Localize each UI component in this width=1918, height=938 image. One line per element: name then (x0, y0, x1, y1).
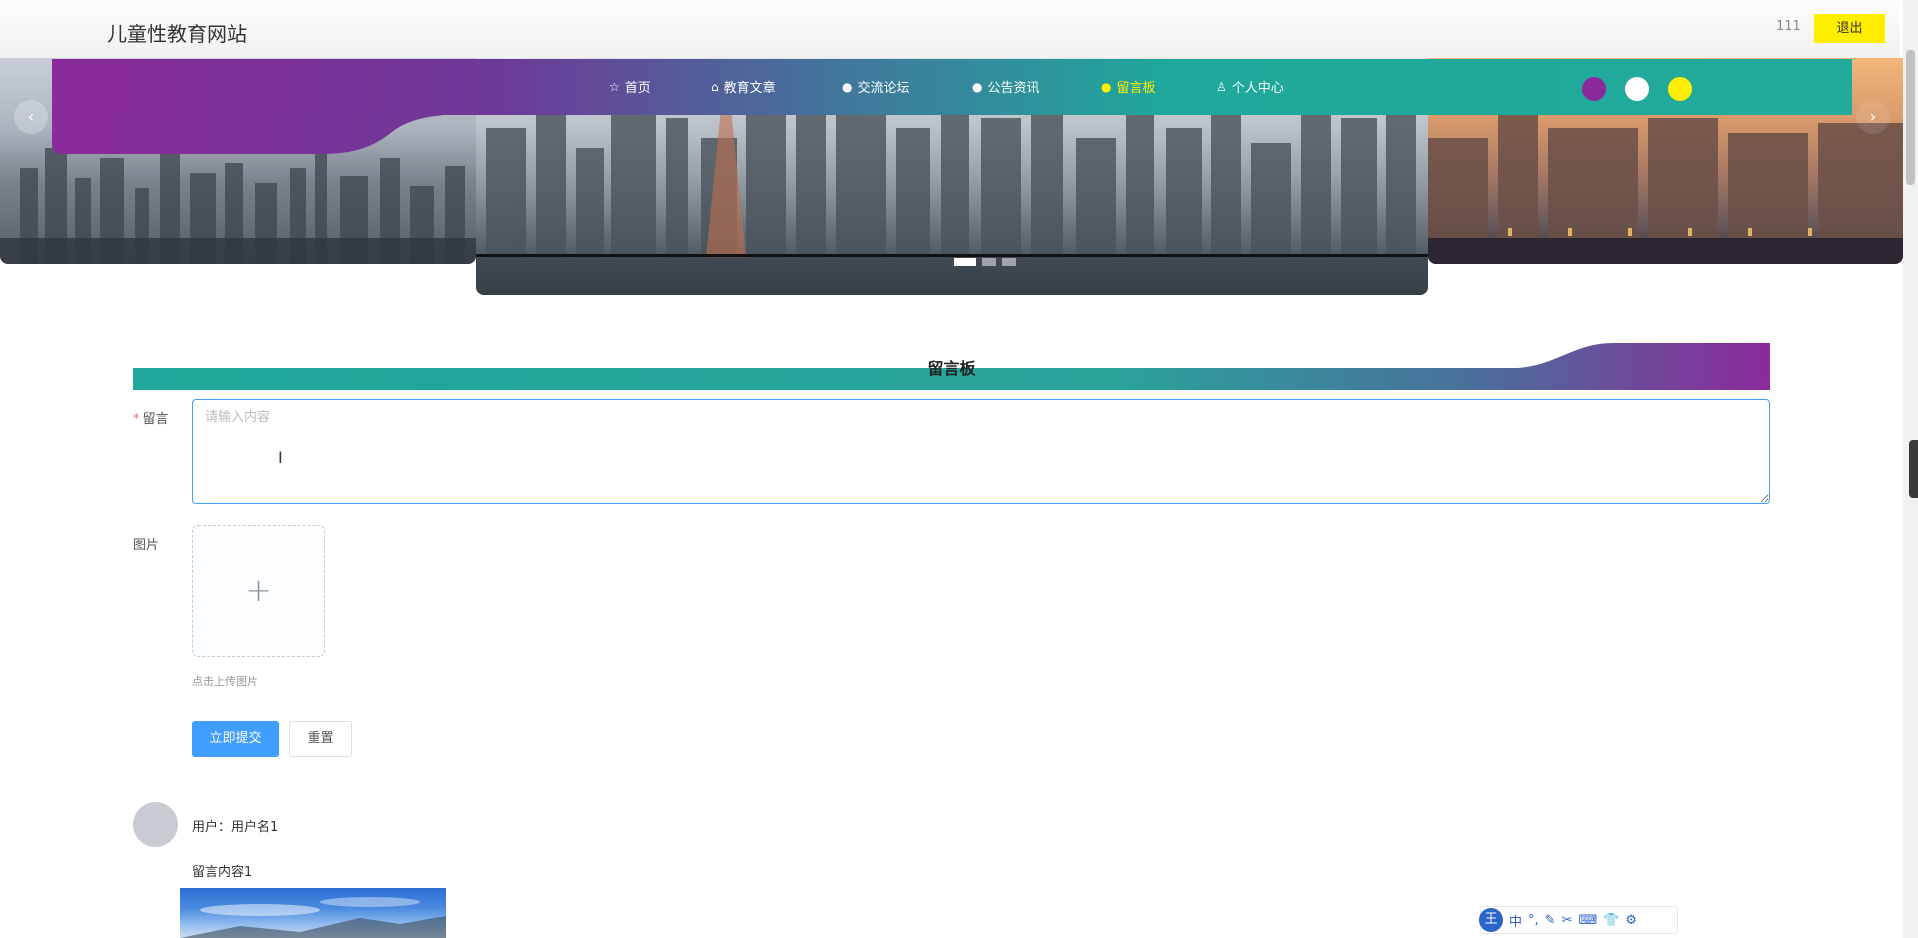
carousel-indicator-3[interactable] (1002, 258, 1016, 266)
user-icon: ♙ (1216, 79, 1227, 94)
nav-item-home[interactable]: ☆ 首页 (609, 77, 651, 97)
carousel-indicators (954, 258, 1016, 266)
comment-user: 用户：用户名1 (192, 820, 279, 835)
ime-logo-icon[interactable]: 王 (1479, 908, 1503, 932)
message-textarea[interactable] (192, 399, 1770, 504)
theme-white-button[interactable] (1625, 77, 1649, 101)
nav-item-profile[interactable]: ♙ 个人中心 (1216, 77, 1284, 97)
upload-tip: 点击上传图片 (192, 675, 258, 688)
image-upload-button[interactable]: + (192, 525, 325, 657)
main-nav: ☆ 首页 ⌂ 教育文章 ● 交流论坛 ● 公告资讯 ● 留言板 ♙ 个人中心 (52, 59, 1852, 115)
theme-yellow-button[interactable] (1668, 77, 1692, 101)
info-circle-icon: ● (972, 79, 983, 94)
reset-button[interactable]: 重置 (289, 721, 352, 757)
text-cursor-icon: I (278, 448, 283, 467)
section-title-bar: 留言板 (133, 343, 1770, 390)
nav-item-forum[interactable]: ● 交流论坛 (842, 77, 910, 97)
page-title: 留言板 (927, 359, 976, 378)
bag-icon: ⌂ (711, 79, 719, 94)
ime-scissors-icon[interactable]: ✂ (1562, 913, 1573, 928)
nav-item-articles[interactable]: ⌂ 教育文章 (711, 77, 776, 97)
scrollbar-thumb[interactable] (1906, 50, 1915, 185)
ime-settings-icon[interactable]: ⚙ (1625, 913, 1637, 928)
nav-item-label: 交流论坛 (857, 81, 910, 96)
ime-handwriting-icon[interactable]: ✎ (1545, 913, 1556, 928)
star-icon: ☆ (609, 79, 620, 94)
nav-item-label: 教育文章 (723, 81, 776, 96)
submit-button[interactable]: 立即提交 (192, 721, 279, 757)
carousel-prev-button[interactable]: ‹ (14, 100, 48, 134)
theme-purple-button[interactable] (1582, 77, 1606, 101)
nav-item-label: 公告资讯 (987, 81, 1040, 96)
comment-content: 留言内容1 (192, 865, 253, 880)
side-drawer-handle[interactable] (1909, 440, 1918, 498)
required-mark: * (133, 412, 140, 427)
nav-item-label: 个人中心 (1231, 81, 1284, 96)
ime-language-button[interactable]: 中 (1509, 911, 1522, 930)
nav-decorative-notch (52, 114, 476, 154)
message-label-text: 留言 (142, 412, 169, 427)
ime-skin-icon[interactable]: 👕 (1603, 913, 1619, 928)
nav-item-news[interactable]: ● 公告资讯 (972, 77, 1040, 97)
nav-item-label: 留言板 (1116, 81, 1156, 96)
plus-icon: + (245, 571, 272, 609)
site-title: 儿童性教育网站 (107, 22, 247, 46)
username-label: 111 (1776, 19, 1801, 34)
ime-punctuation-icon[interactable]: °, (1528, 913, 1539, 928)
image-label: 图片 (133, 538, 160, 553)
mountain-sky-image (180, 897, 446, 938)
nav-item-label: 首页 (624, 81, 651, 96)
message-label: * 留言 (133, 408, 169, 427)
info-circle-icon: ● (842, 79, 853, 94)
comment-image[interactable] (180, 888, 446, 938)
top-bar: 儿童性教育网站 111 退出 (0, 0, 1900, 58)
ime-keyboard-icon[interactable]: ⌨ (1578, 913, 1597, 928)
nav-item-message-board[interactable]: ● 留言板 (1101, 77, 1156, 97)
carousel-indicator-1[interactable] (954, 258, 976, 266)
carousel-next-button[interactable]: › (1856, 100, 1890, 134)
carousel-indicator-2[interactable] (982, 258, 996, 266)
avatar (133, 802, 178, 847)
info-circle-icon: ● (1101, 79, 1112, 94)
ime-toolbar: 王 中 °, ✎ ✂ ⌨ 👕 ⚙ (1479, 906, 1678, 934)
logout-button[interactable]: 退出 (1814, 14, 1885, 43)
